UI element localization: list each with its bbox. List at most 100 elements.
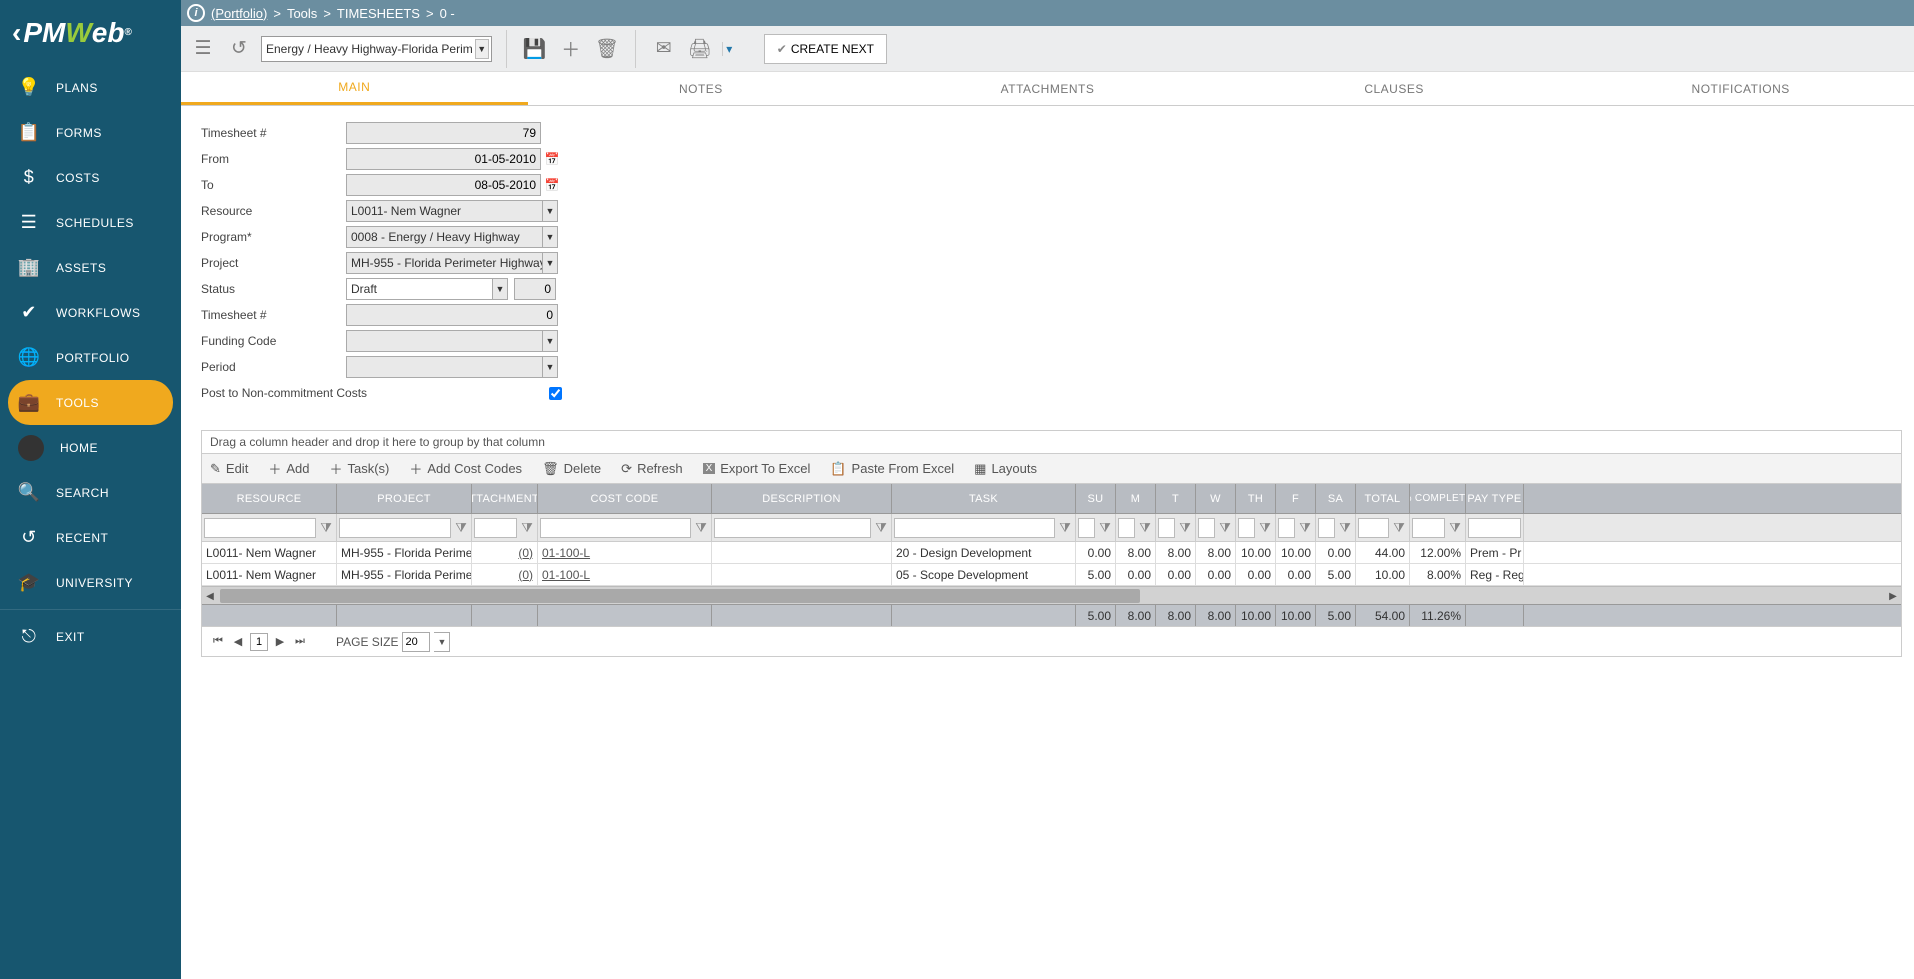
filter-icon[interactable]: ⧩ bbox=[318, 520, 334, 536]
sidebar-item-forms[interactable]: 📋FORMS bbox=[0, 110, 181, 155]
filter-icon[interactable]: ⧩ bbox=[1391, 520, 1407, 536]
col-task[interactable]: TASK bbox=[892, 484, 1076, 513]
filter-cost[interactable] bbox=[540, 518, 691, 538]
filter-project[interactable] bbox=[339, 518, 451, 538]
sidebar-item-tools[interactable]: 💼TOOLS bbox=[8, 380, 173, 425]
sidebar-item-costs[interactable]: $COSTS bbox=[0, 155, 181, 200]
grid-edit-button[interactable]: ✎Edit bbox=[210, 461, 248, 477]
history-icon[interactable]: ↺ bbox=[225, 35, 253, 63]
calendar-icon[interactable]: 📅 bbox=[543, 174, 561, 196]
col-sa[interactable]: SA bbox=[1316, 484, 1356, 513]
select-resource[interactable]: L0011- Nem Wagner▼ bbox=[346, 200, 558, 222]
mail-icon[interactable]: ✉ bbox=[650, 35, 678, 63]
filter-th[interactable] bbox=[1238, 518, 1255, 538]
filter-total[interactable] bbox=[1358, 518, 1389, 538]
filter-icon[interactable]: ⧩ bbox=[1297, 520, 1313, 536]
filter-icon[interactable]: ⧩ bbox=[1447, 520, 1463, 536]
cell-att[interactable]: (0) bbox=[472, 564, 538, 585]
col-m[interactable]: M bbox=[1116, 484, 1156, 513]
scroll-left-icon[interactable]: ◀ bbox=[202, 587, 218, 605]
filter-icon[interactable]: ⧩ bbox=[453, 520, 469, 536]
cell-cost[interactable]: 01-100-L bbox=[538, 564, 712, 585]
grid-paste-button[interactable]: 📋Paste From Excel bbox=[830, 461, 954, 477]
filter-icon[interactable]: ⧩ bbox=[1097, 520, 1113, 536]
filter-icon[interactable]: ⧩ bbox=[519, 520, 535, 536]
scroll-thumb[interactable] bbox=[220, 589, 1140, 603]
tab-clauses[interactable]: CLAUSES bbox=[1221, 72, 1568, 105]
sidebar-item-assets[interactable]: 🏢ASSETS bbox=[0, 245, 181, 290]
col-attachments[interactable]: ATTACHMENTS bbox=[472, 484, 538, 513]
filter-resource[interactable] bbox=[204, 518, 316, 538]
filter-t[interactable] bbox=[1158, 518, 1175, 538]
tab-main[interactable]: MAIN bbox=[181, 72, 528, 105]
select-program[interactable]: 0008 - Energy / Heavy Highway▼ bbox=[346, 226, 558, 248]
info-icon[interactable]: i bbox=[187, 4, 205, 22]
sidebar-item-plans[interactable]: 💡PLANS bbox=[0, 65, 181, 110]
filter-w[interactable] bbox=[1198, 518, 1215, 538]
filter-sa[interactable] bbox=[1318, 518, 1335, 538]
check-post[interactable] bbox=[549, 387, 562, 400]
chevron-down-icon[interactable]: ▼ bbox=[434, 632, 450, 652]
save-icon[interactable]: 💾 bbox=[521, 35, 549, 63]
col-t[interactable]: T bbox=[1156, 484, 1196, 513]
add-icon[interactable]: ＋ bbox=[557, 35, 585, 63]
select-funding[interactable]: ▼ bbox=[346, 330, 558, 352]
filter-f[interactable] bbox=[1278, 518, 1295, 538]
pager-next[interactable]: ▶ bbox=[272, 634, 288, 650]
col-description[interactable]: DESCRIPTION bbox=[712, 484, 892, 513]
filter-desc[interactable] bbox=[714, 518, 871, 538]
filter-icon[interactable]: ⧩ bbox=[1257, 520, 1273, 536]
tab-notifications[interactable]: NOTIFICATIONS bbox=[1567, 72, 1914, 105]
grid-add-button[interactable]: ＋Add bbox=[268, 459, 309, 478]
create-next-button[interactable]: ✔CREATE NEXT bbox=[764, 34, 887, 64]
grid-addcost-button[interactable]: ＋Add Cost Codes bbox=[409, 459, 522, 478]
filter-icon[interactable]: ⧩ bbox=[1217, 520, 1233, 536]
col-paytype[interactable]: PAY TYPE bbox=[1466, 484, 1524, 513]
col-complete[interactable]: % COMPLETE bbox=[1410, 484, 1466, 513]
table-row[interactable]: L0011- Nem WagnerMH-955 - Florida Perime… bbox=[202, 564, 1901, 586]
filter-comp[interactable] bbox=[1412, 518, 1445, 538]
pager-prev[interactable]: ◀ bbox=[230, 634, 246, 650]
print-icon[interactable]: 🖨 bbox=[686, 35, 714, 63]
list-icon[interactable]: ☰ bbox=[189, 35, 217, 63]
table-row[interactable]: L0011- Nem WagnerMH-955 - Florida Perime… bbox=[202, 542, 1901, 564]
input-timesheet-no[interactable] bbox=[346, 122, 541, 144]
select-period[interactable]: ▼ bbox=[346, 356, 558, 378]
breadcrumb-portfolio[interactable]: (Portfolio) bbox=[211, 6, 267, 21]
sidebar-item-home[interactable]: HOME bbox=[0, 425, 181, 470]
input-status-num[interactable] bbox=[514, 278, 556, 300]
col-costcode[interactable]: COST CODE bbox=[538, 484, 712, 513]
filter-pay[interactable] bbox=[1468, 518, 1521, 538]
filter-icon[interactable]: ⧩ bbox=[1337, 520, 1353, 536]
sidebar-item-exit[interactable]: ⎋EXIT bbox=[0, 614, 181, 659]
filter-m[interactable] bbox=[1118, 518, 1135, 538]
project-selector[interactable]: Energy / Heavy Highway-Florida Perim ▼ bbox=[261, 36, 492, 62]
cell-cost[interactable]: 01-100-L bbox=[538, 542, 712, 563]
tab-attachments[interactable]: ATTACHMENTS bbox=[874, 72, 1221, 105]
tab-notes[interactable]: NOTES bbox=[528, 72, 875, 105]
sidebar-item-workflows[interactable]: ✔WORKFLOWS bbox=[0, 290, 181, 335]
grid-delete-button[interactable]: 🗑Delete bbox=[542, 461, 601, 477]
filter-su[interactable] bbox=[1078, 518, 1095, 538]
col-th[interactable]: TH bbox=[1236, 484, 1276, 513]
input-to[interactable] bbox=[346, 174, 541, 196]
grid-hscroll[interactable]: ◀ ▶ bbox=[202, 586, 1901, 604]
pager-size[interactable] bbox=[402, 632, 430, 652]
col-resource[interactable]: RESOURCE bbox=[202, 484, 337, 513]
calendar-icon[interactable]: 📅 bbox=[543, 148, 561, 170]
filter-att[interactable] bbox=[474, 518, 517, 538]
col-su[interactable]: SU bbox=[1076, 484, 1116, 513]
pager-first[interactable]: ⏮ bbox=[210, 634, 226, 650]
pager-page[interactable] bbox=[250, 633, 268, 651]
grid-export-button[interactable]: XExport To Excel bbox=[703, 461, 811, 476]
cell-att[interactable]: (0) bbox=[472, 542, 538, 563]
filter-icon[interactable]: ⧩ bbox=[693, 520, 709, 536]
grid-refresh-button[interactable]: ⟳Refresh bbox=[621, 461, 682, 477]
col-f[interactable]: F bbox=[1276, 484, 1316, 513]
select-project[interactable]: MH-955 - Florida Perimeter Highway▼ bbox=[346, 252, 558, 274]
pager-last[interactable]: ⏭ bbox=[292, 634, 308, 650]
select-status[interactable]: Draft▼ bbox=[346, 278, 508, 300]
sidebar-item-university[interactable]: 🎓UNIVERSITY bbox=[0, 560, 181, 605]
filter-icon[interactable]: ⧩ bbox=[873, 520, 889, 536]
grid-tasks-button[interactable]: ＋Task(s) bbox=[329, 459, 389, 478]
